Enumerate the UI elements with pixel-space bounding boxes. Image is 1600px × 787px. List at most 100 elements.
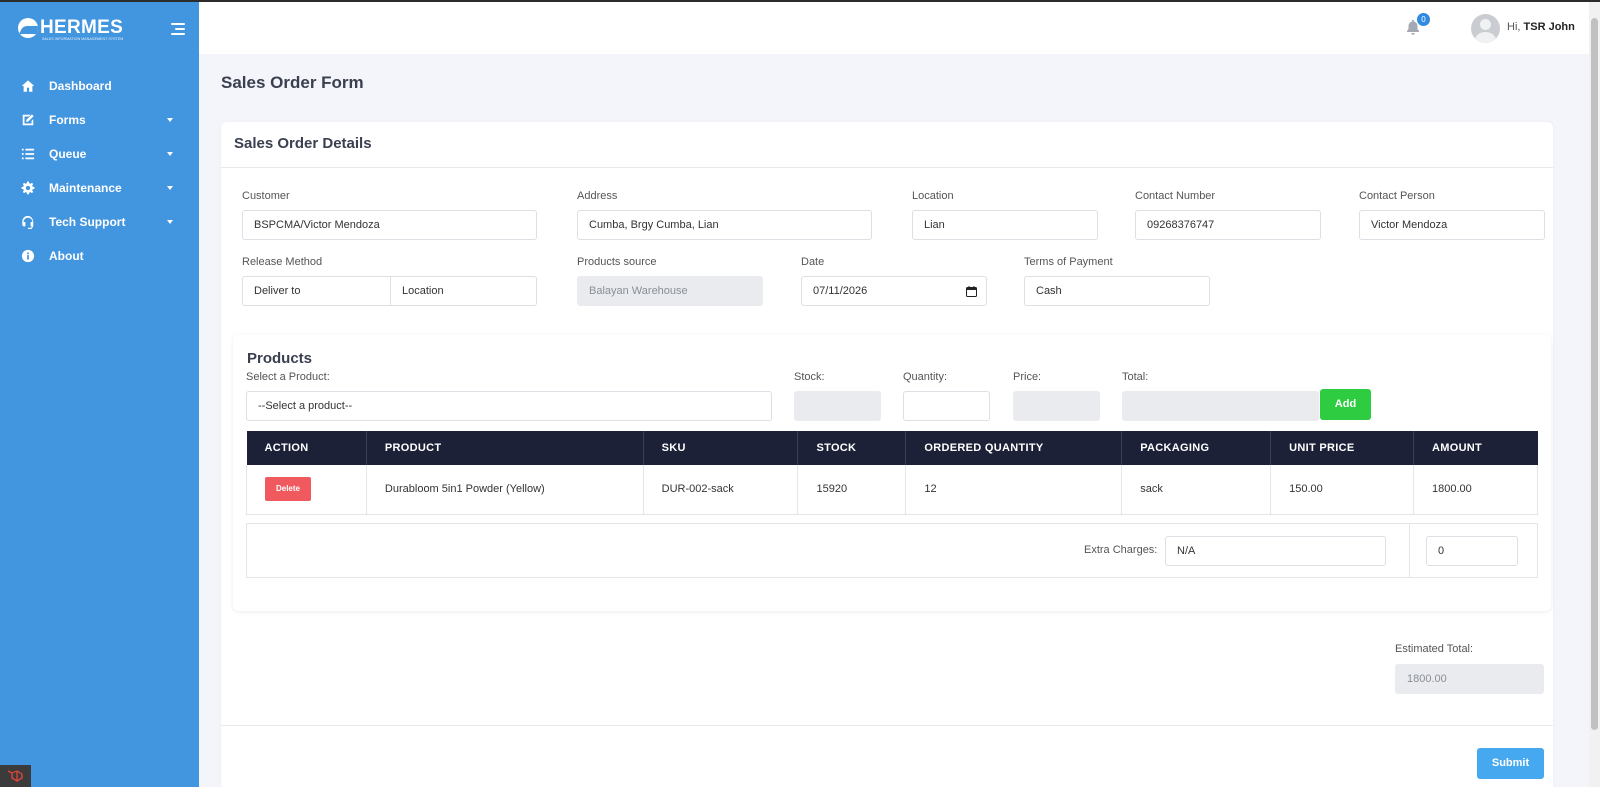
column-header-unit-price: UNIT PRICE [1270,431,1414,465]
customer-field[interactable]: BSPCMA/Victor Mendoza [242,210,537,240]
extra-charges-amount-input[interactable]: 0 [1426,536,1518,566]
address-field[interactable]: Cumba, Brgy Cumba, Lian [577,210,872,240]
sidebar-item-forms[interactable]: Forms [0,103,199,137]
sidebar: HERMES SALES INFORMATION MANAGEMENT SYST… [0,2,199,787]
cell-unit-price: 150.00 [1270,465,1414,515]
stock-label: Stock: [794,371,825,383]
release-location-field[interactable]: Location [390,276,537,306]
column-header-sku: SKU [643,431,799,465]
card-footer-divider [221,725,1553,726]
chevron-down-icon [167,220,173,224]
sidebar-item-about[interactable]: About [0,239,199,273]
user-name: TSR John [1523,21,1575,33]
products-section: Products Select a Product: --Select a pr… [233,335,1551,611]
laravel-icon [7,770,23,782]
greeting-prefix: Hi, [1507,21,1521,33]
add-product-button[interactable]: Add [1320,389,1371,420]
extra-charges-label: Extra Charges: [1084,544,1158,556]
quantity-label: Quantity: [903,371,948,383]
sidebar-item-label: Queue [49,147,87,161]
card-title: Sales Order Details [234,135,372,152]
sidebar-item-tech-support[interactable]: Tech Support [0,205,199,239]
column-header-ordered-quantity: ORDERED QUANTITY [905,431,1123,465]
delete-row-button[interactable]: Delete [265,477,311,502]
total-field [1122,391,1319,421]
column-header-packaging: PACKAGING [1121,431,1272,465]
cell-stock: 15920 [797,465,907,515]
cell-amount: 1800.00 [1413,465,1538,515]
chevron-down-icon [167,152,173,156]
gear-icon [21,181,35,195]
cell-action: Delete [246,465,367,515]
laravel-debug-badge[interactable] [0,765,31,787]
avatar[interactable] [1471,14,1500,43]
calendar-icon[interactable] [966,286,977,297]
column-header-stock: STOCK [797,431,907,465]
stock-field [794,391,881,421]
sales-order-card: Sales Order Details Customer BSPCMA/Vict… [221,122,1553,787]
quantity-input[interactable] [903,391,990,421]
terms-of-payment-label: Terms of Payment [1024,256,1113,268]
submit-button[interactable]: Submit [1477,748,1544,779]
release-method-label: Release Method [242,256,323,268]
window-top-border [0,0,1600,2]
sidebar-item-label: About [49,249,84,263]
sidebar-item-label: Tech Support [49,215,126,229]
headset-icon [21,215,35,229]
products-title: Products [247,350,313,367]
cell-product: Durabloom 5in1 Powder (Yellow) [366,465,644,515]
cell-packaging: sack [1121,465,1272,515]
price-label: Price: [1013,371,1042,383]
home-icon [21,79,35,93]
extra-charges-row: Extra Charges: N/A 0 [246,523,1538,578]
sidebar-nav: Dashboard Forms Queue Maintenance Tech S… [0,69,199,273]
customer-label: Customer [242,190,290,202]
address-label: Address [577,190,618,202]
release-method-select[interactable]: Deliver to [242,276,391,306]
location-label: Location [912,190,954,202]
sidebar-item-maintenance[interactable]: Maintenance [0,171,199,205]
scrollbar-thumb[interactable] [1591,18,1598,730]
sidebar-item-dashboard[interactable]: Dashboard [0,69,199,103]
sidebar-item-label: Maintenance [49,181,122,195]
edit-icon [21,113,35,127]
brand-name: HERMES [40,17,124,38]
estimated-total-field: 1800.00 [1395,664,1544,694]
products-source-label: Products source [577,256,657,268]
chevron-down-icon [167,118,173,122]
card-header: Sales Order Details [221,122,1553,168]
column-header-amount: AMOUNT [1413,431,1538,465]
terms-of-payment-field[interactable]: Cash [1024,276,1210,306]
table-row: Delete Durabloom 5in1 Powder (Yellow) DU… [246,465,1538,515]
contact-number-label: Contact Number [1135,190,1216,202]
extra-charges-description-input[interactable]: N/A [1165,536,1386,566]
notification-count-badge: 0 [1417,13,1430,26]
info-icon [21,249,35,263]
location-field[interactable]: Lian [912,210,1098,240]
sidebar-item-label: Forms [49,113,86,127]
user-greeting[interactable]: Hi, TSR John [1507,21,1575,33]
hermes-logo-icon [18,18,38,38]
select-product-label: Select a Product: [246,371,330,383]
contact-number-field[interactable]: 09268376747 [1135,210,1321,240]
cell-ordered-quantity: 12 [905,465,1123,515]
sidebar-item-queue[interactable]: Queue [0,137,199,171]
date-field[interactable]: 07/11/2026 [801,276,987,306]
chevron-down-icon [167,186,173,190]
sidebar-toggle-icon[interactable] [167,21,185,37]
brand-tagline: SALES INFORMATION MANAGEMENT SYSTEM [42,37,124,41]
contact-person-label: Contact Person [1359,190,1435,202]
cell-sku: DUR-002-sack [643,465,799,515]
sidebar-item-label: Dashboard [49,79,112,93]
page-title: Sales Order Form [221,73,364,92]
table-header-row: ACTION PRODUCT SKU STOCK ORDERED QUANTIT… [246,431,1538,465]
page-scrollbar[interactable] [1589,2,1600,787]
extra-charges-divider [1409,524,1410,577]
total-label: Total: [1122,371,1149,383]
product-select[interactable]: --Select a product-- [246,391,772,421]
date-value: 07/11/2026 [813,285,868,297]
brand[interactable]: HERMES SALES INFORMATION MANAGEMENT SYST… [18,17,128,44]
list-icon [21,147,35,161]
contact-person-field[interactable]: Victor Mendoza [1359,210,1545,240]
date-label: Date [801,256,825,268]
